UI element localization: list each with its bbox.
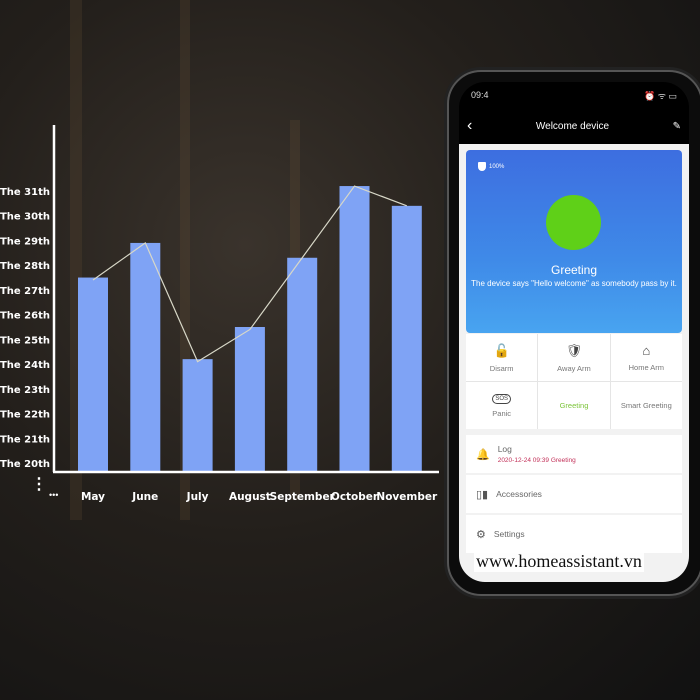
x-tick-label: July bbox=[186, 491, 209, 503]
mode-label: Home Arm bbox=[628, 363, 665, 372]
accessories-label: Accessories bbox=[496, 489, 542, 499]
nav-bar: ‹ Welcome device ✎ bbox=[459, 108, 689, 144]
x-tick-label: October bbox=[331, 491, 379, 503]
mode-label: Smart Greeting bbox=[620, 401, 672, 410]
unlock-icon: 🔓 bbox=[493, 342, 510, 358]
y-tick-label: The 25th bbox=[0, 335, 50, 346]
bar-august bbox=[234, 327, 265, 471]
bar-october bbox=[339, 186, 370, 471]
mode-smart-greeting[interactable]: Smart Greeting bbox=[610, 382, 682, 429]
y-tick-label: The 23th bbox=[0, 385, 50, 396]
y-tick-label: The 30th bbox=[0, 212, 50, 223]
battery-indicator: 100% bbox=[478, 162, 504, 171]
x-tick-label: September bbox=[270, 491, 336, 503]
settings-list: 🔔 Log 2020-12-24 09:39 Greeting ▯▮ Access… bbox=[466, 435, 682, 553]
bar-november bbox=[391, 205, 422, 471]
shield-check-icon: 🛡 bbox=[565, 342, 583, 358]
mode-disarm[interactable]: 🔓 Disarm bbox=[466, 334, 538, 381]
gear-icon: ⚙ bbox=[476, 528, 486, 541]
x-tick-label: August bbox=[229, 491, 271, 503]
accessories-icon: ▯▮ bbox=[476, 488, 489, 501]
bar-june bbox=[130, 242, 161, 471]
list-item-log[interactable]: 🔔 Log 2020-12-24 09:39 Greeting bbox=[466, 435, 682, 473]
sos-icon: SOS bbox=[492, 393, 511, 404]
y-tick-label: The 31th bbox=[0, 187, 50, 198]
mode-description: The device says "Hello welcome" as someb… bbox=[471, 279, 677, 288]
mode-label: Disarm bbox=[489, 363, 514, 373]
more-y-marker: ⋮ bbox=[31, 476, 47, 493]
mode-label: Greeting bbox=[559, 401, 589, 410]
y-tick-label: The 20th bbox=[0, 459, 50, 470]
phone: 09:4 ⏰ ᯤ ▭ ‹ Welcome device ✎ 100% Greet… bbox=[447, 70, 700, 596]
log-latest: 2020-12-24 09:39 Greeting bbox=[497, 457, 576, 464]
battery-level: 100% bbox=[489, 163, 505, 170]
status-icons: ⏰ ᯤ ▭ bbox=[644, 90, 677, 101]
status-time: 09:4 bbox=[471, 90, 489, 100]
back-icon[interactable]: ‹ bbox=[467, 117, 472, 135]
y-tick-label: The 21th bbox=[0, 434, 50, 445]
bar-chart: The 20th The 21th The 22th The 23th The 24th… bbox=[0, 125, 439, 503]
more-x-marker: ••• bbox=[49, 490, 58, 500]
device-hero: 100% Greeting The device says "Hello wel… bbox=[466, 150, 682, 333]
mode-away-arm[interactable]: 🛡 Away Arm bbox=[538, 334, 610, 381]
phone-screen: 09:4 ⏰ ᯤ ▭ ‹ Welcome device ✎ 100% Greet… bbox=[459, 82, 689, 582]
page-title: Welcome device bbox=[535, 120, 610, 132]
y-tick-label: The 26th bbox=[0, 311, 50, 322]
bell-icon: 🔔 bbox=[476, 448, 490, 461]
y-tick-label: The 28th bbox=[0, 261, 50, 272]
mode-panic[interactable]: SOS Panic bbox=[466, 382, 538, 429]
mode-grid: 🔓 Disarm 🛡 Away Arm ⌂ Home Arm SOS Panic Gre… bbox=[466, 334, 682, 429]
mode-label: Away Arm bbox=[557, 363, 591, 373]
mode-label: Panic bbox=[492, 408, 512, 418]
bar-may bbox=[78, 277, 108, 471]
x-tick-label: June bbox=[131, 491, 158, 503]
watermark: www.homeassistant.vn bbox=[474, 551, 644, 572]
status-bar: 09:4 ⏰ ᯤ ▭ bbox=[459, 82, 689, 108]
mode-greeting[interactable]: Greeting bbox=[538, 382, 610, 429]
status-circle bbox=[546, 195, 601, 250]
mode-title: Greeting bbox=[550, 263, 598, 277]
bar-september bbox=[287, 257, 318, 471]
x-tick-label: November bbox=[376, 491, 438, 503]
log-label: Log bbox=[497, 444, 512, 454]
edit-icon[interactable]: ✎ bbox=[673, 121, 681, 132]
y-tick-label: The 27th bbox=[0, 286, 50, 297]
list-item-accessories[interactable]: ▯▮ Accessories bbox=[466, 475, 682, 513]
settings-label: Settings bbox=[493, 529, 525, 539]
y-tick-label: The 24th bbox=[0, 360, 50, 371]
home-icon: ⌂ bbox=[642, 343, 651, 358]
y-tick-label: The 29th bbox=[0, 236, 50, 247]
mode-home-arm[interactable]: ⌂ Home Arm bbox=[610, 334, 682, 381]
x-tick-label: May bbox=[81, 491, 105, 503]
shield-battery-icon bbox=[478, 162, 486, 171]
y-tick-label: The 22th bbox=[0, 410, 50, 421]
list-item-settings[interactable]: ⚙ Settings bbox=[466, 515, 682, 553]
bar-july bbox=[182, 359, 213, 471]
